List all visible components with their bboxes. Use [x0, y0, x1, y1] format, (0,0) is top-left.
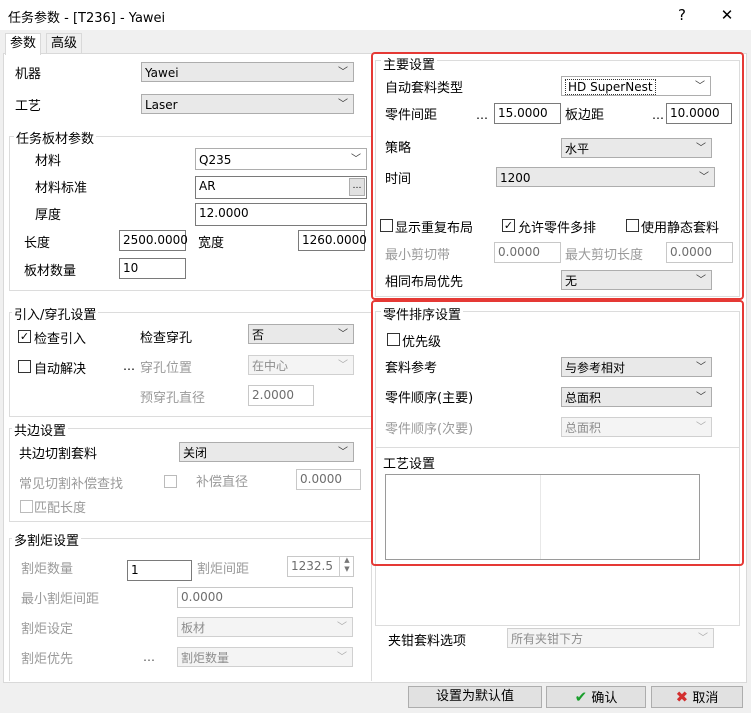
- tab-advanced[interactable]: 高级: [46, 33, 83, 54]
- close-button[interactable]: ✕: [707, 2, 747, 28]
- check-pierce-label: 检查穿孔: [140, 331, 193, 346]
- comp-dia-value: 0.0000: [300, 472, 342, 486]
- standard-value: AR: [199, 179, 216, 193]
- machine-value: Yawei: [145, 66, 179, 80]
- torch-group-title: 多割炬设置: [12, 530, 82, 549]
- common-cut-label: 共边切割套料: [19, 447, 98, 462]
- torch-priority-value: 割炬数量: [181, 651, 230, 665]
- machine-label: 机器: [15, 67, 42, 82]
- prepierce-value: 2.0000: [252, 388, 294, 402]
- prepierce-field[interactable]: 2.0000: [248, 385, 314, 406]
- ellipsis-icon: …: [143, 650, 155, 664]
- material-label: 材料: [35, 154, 62, 169]
- clamp-select[interactable]: 所有夹钳下方 ﹀: [507, 628, 714, 648]
- common-edge-title: 共边设置: [12, 420, 69, 439]
- process-value: Laser: [145, 98, 178, 112]
- width-field[interactable]: 1260.0000: [298, 230, 367, 251]
- standard-label: 材料标准: [35, 181, 88, 196]
- check-pierce-value: 否: [252, 328, 265, 342]
- torch-count-value: 1: [131, 563, 139, 577]
- highlight-box-main: [371, 52, 744, 300]
- check-icon: ✔: [574, 688, 588, 706]
- check-leadin-checkbox[interactable]: ✓: [18, 330, 31, 343]
- ok-button[interactable]: ✔ 确认: [546, 686, 646, 708]
- title-bar: 任务参数 - [T236] - Yawei ? ✕: [0, 0, 751, 30]
- standard-field[interactable]: AR: [195, 176, 367, 199]
- width-label: 宽度: [198, 236, 225, 251]
- clamp-value: 所有夹钳下方: [511, 632, 584, 646]
- pierce-pos-value: 在中心: [252, 359, 289, 373]
- ok-label: 确认: [591, 691, 618, 706]
- length-label: 长度: [24, 236, 51, 251]
- comp-search-checkbox[interactable]: [164, 475, 177, 488]
- machine-select[interactable]: Yawei ﹀: [141, 62, 354, 82]
- cancel-button[interactable]: ✖ 取消: [651, 686, 743, 708]
- standard-browse-button[interactable]: …: [349, 178, 365, 196]
- common-cut-select[interactable]: 关闭 ﹀: [179, 442, 354, 462]
- match-length-label: 匹配长度: [34, 501, 87, 516]
- window-title: 任务参数 - [T236] - Yawei: [8, 11, 166, 26]
- torch-setting-label: 割炬设定: [21, 622, 74, 637]
- chevron-down-icon: ﹀: [337, 652, 347, 663]
- chevron-down-icon: ﹀: [338, 329, 348, 340]
- leadin-group-title: 引入/穿孔设置: [12, 304, 99, 323]
- length-value: 2500.0000: [123, 233, 188, 247]
- thickness-label: 厚度: [35, 208, 62, 223]
- torch-priority-select[interactable]: 割炬数量 ﹀: [177, 647, 353, 667]
- torch-setting-value: 板材: [181, 621, 206, 635]
- cancel-x-icon: ✖: [675, 688, 689, 706]
- comp-dia-label: 补偿直径: [196, 475, 249, 490]
- spinner-arrows-icon[interactable]: ▲ ▼: [339, 556, 354, 577]
- process-label: 工艺: [15, 99, 42, 114]
- thickness-value: 12.0000: [199, 206, 249, 220]
- chevron-down-icon: ﹀: [338, 99, 348, 110]
- chevron-down-icon: ﹀: [338, 447, 348, 458]
- prepierce-label: 预穿孔直径: [140, 391, 206, 406]
- material-value: Q235: [199, 153, 232, 167]
- process-select[interactable]: Laser ﹀: [141, 94, 354, 114]
- torch-setting-select[interactable]: 板材 ﹀: [177, 617, 353, 637]
- tab-params[interactable]: 参数: [5, 33, 42, 55]
- set-default-button[interactable]: 设置为默认值: [408, 686, 542, 708]
- chevron-down-icon: ﹀: [338, 360, 348, 371]
- auto-solve-label: 自动解决: [34, 362, 87, 377]
- comp-dia-field[interactable]: 0.0000: [296, 469, 361, 490]
- clamp-label: 夹钳套料选项: [388, 634, 467, 649]
- min-spacing-value: 0.0000: [181, 590, 223, 604]
- min-spacing-field[interactable]: 0.0000: [177, 587, 353, 608]
- sheet-group-title: 任务板材参数: [14, 128, 97, 147]
- torch-count-label: 割炬数量: [21, 562, 74, 577]
- chevron-down-icon: ﹀: [337, 622, 347, 633]
- torch-spacing-value: 1232.5: [291, 559, 333, 573]
- pierce-pos-label: 穿孔位置: [140, 361, 193, 376]
- check-pierce-select[interactable]: 否 ﹀: [248, 324, 354, 344]
- auto-solve-checkbox[interactable]: [18, 360, 31, 373]
- comp-search-label: 常见切割补偿查找: [19, 477, 124, 492]
- highlight-box-sort: [371, 300, 744, 566]
- torch-priority-label: 割炬优先: [21, 652, 74, 667]
- torch-spacing-label: 割炬间距: [197, 562, 250, 577]
- chevron-down-icon: ﹀: [698, 633, 708, 644]
- count-value: 10: [123, 261, 139, 275]
- material-select[interactable]: Q235 ﹀: [195, 148, 367, 170]
- check-leadin-label: 检查引入: [34, 332, 87, 347]
- ellipsis-icon: …: [123, 359, 135, 373]
- count-label: 板材数量: [24, 264, 77, 279]
- match-length-checkbox[interactable]: [20, 500, 33, 513]
- cancel-label: 取消: [692, 691, 719, 706]
- chevron-down-icon: ﹀: [351, 154, 361, 165]
- chevron-down-icon: ﹀: [338, 67, 348, 78]
- width-value: 1260.0000: [302, 233, 367, 247]
- common-cut-value: 关闭: [183, 446, 208, 460]
- help-button[interactable]: ?: [662, 2, 702, 28]
- length-field[interactable]: 2500.0000: [119, 230, 188, 251]
- torch-count-field[interactable]: 1: [127, 560, 192, 581]
- count-field[interactable]: 10: [119, 258, 186, 279]
- thickness-field[interactable]: 12.0000: [195, 203, 367, 226]
- min-spacing-label: 最小割炬间距: [21, 592, 100, 607]
- pierce-pos-select[interactable]: 在中心 ﹀: [248, 355, 354, 375]
